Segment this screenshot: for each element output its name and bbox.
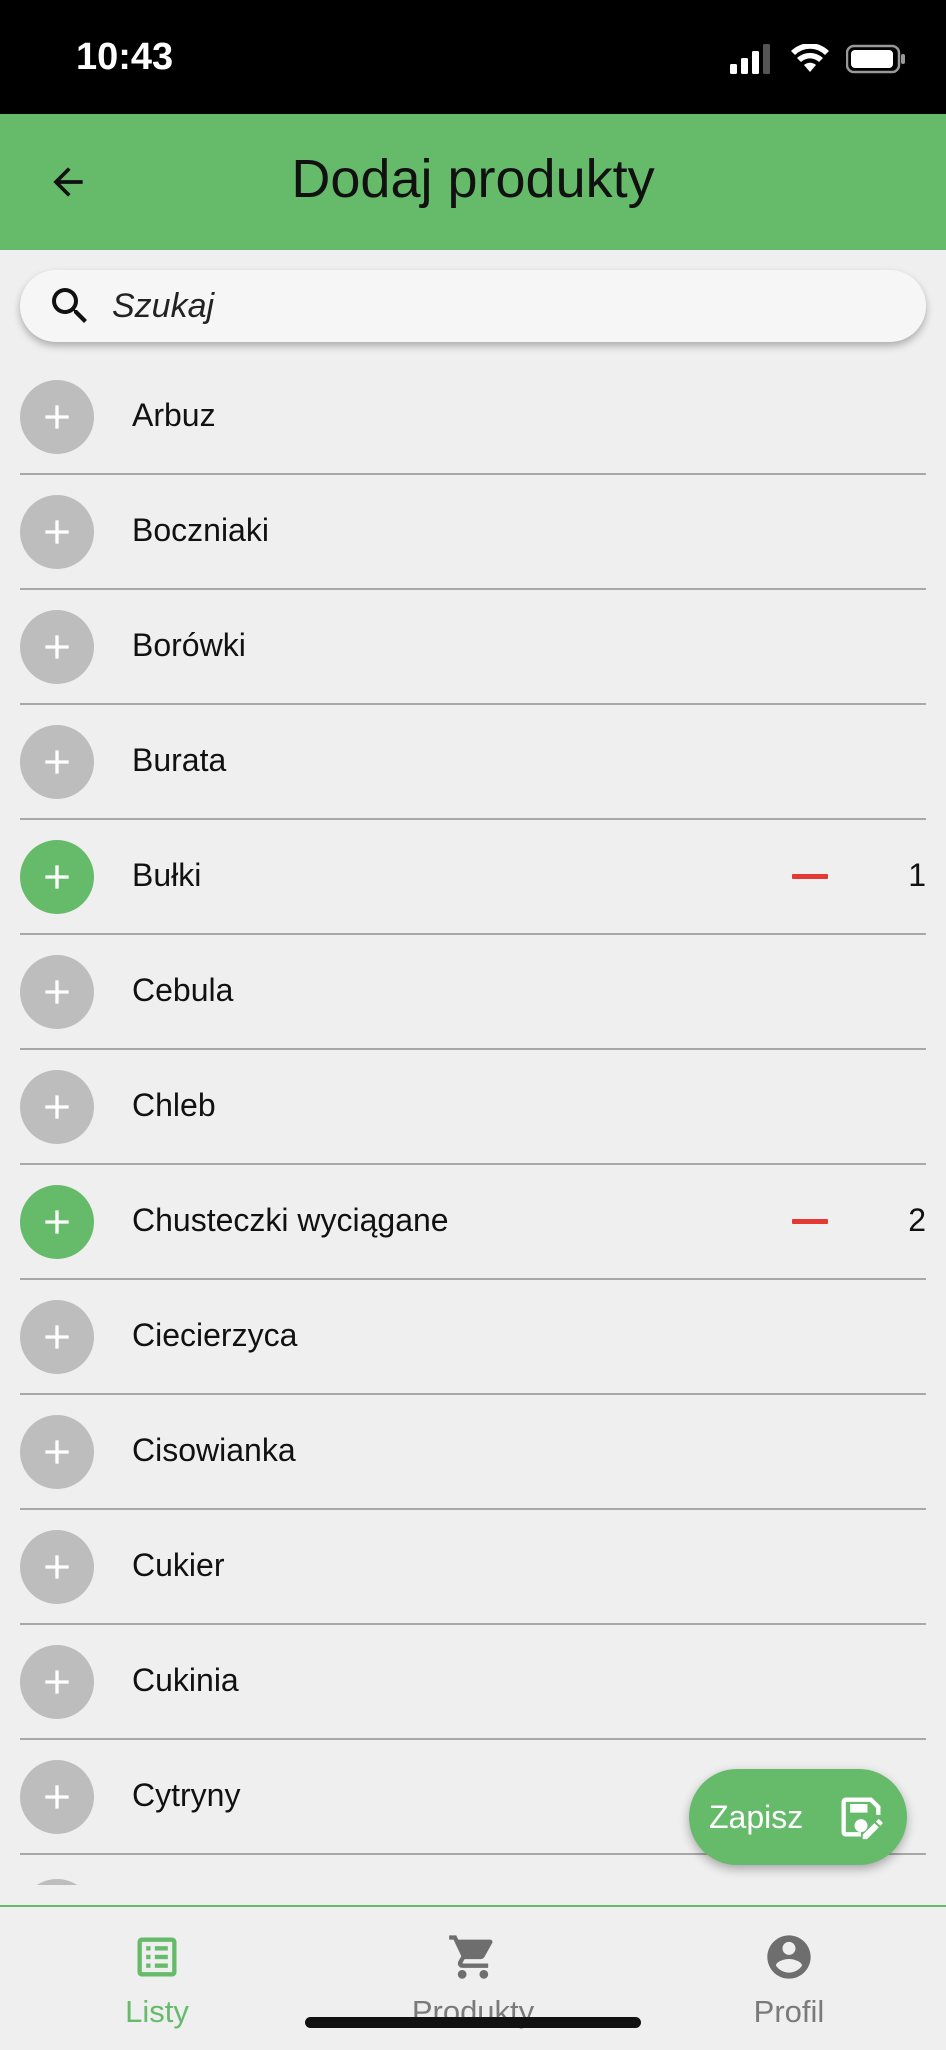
plus-icon: [37, 1202, 77, 1242]
save-button-label: Zapisz: [709, 1798, 804, 1835]
quantity: 1: [908, 857, 926, 893]
save-edit-icon: [841, 1797, 883, 1840]
product-name: Cebula: [132, 972, 234, 1008]
product-name: Borówki: [132, 627, 246, 663]
plus-icon: [37, 627, 77, 667]
list-item: Bułki 1: [20, 820, 926, 935]
save-button[interactable]: Zapisz: [689, 1769, 907, 1865]
add-button[interactable]: [20, 1070, 94, 1144]
product-name: Boczniaki: [132, 512, 269, 548]
product-name: Cytryny: [132, 1777, 241, 1813]
quantity: 2: [908, 1202, 926, 1238]
search-bar[interactable]: [20, 270, 926, 342]
add-button[interactable]: [20, 840, 94, 914]
remove-button[interactable]: [792, 1213, 832, 1229]
list-item: Chusteczki wyciągane 2: [20, 1165, 926, 1280]
product-name: Chusteczki wyciągane: [132, 1202, 449, 1238]
add-button[interactable]: [20, 495, 94, 569]
remove-button[interactable]: [792, 868, 832, 884]
nav-listy-label: Listy: [125, 1994, 189, 2029]
list-item: Chleb: [20, 1050, 926, 1165]
plus-icon: [37, 512, 77, 552]
add-button[interactable]: [20, 610, 94, 684]
signal-icon: [730, 44, 770, 74]
add-button[interactable]: [20, 955, 94, 1029]
nav-listy[interactable]: Listy: [47, 1931, 267, 2030]
list-item: Cebula: [20, 935, 926, 1050]
plus-icon: [37, 972, 77, 1012]
list-item: Arbuz: [20, 360, 926, 475]
add-button[interactable]: [20, 725, 94, 799]
account-circle-icon: [767, 1935, 811, 1979]
plus-icon: [37, 1432, 77, 1472]
cart-icon: [449, 1935, 493, 1979]
plus-icon: [37, 1777, 77, 1817]
add-button[interactable]: [20, 1300, 94, 1374]
list-item: Cukinia: [20, 1625, 926, 1740]
add-button[interactable]: [20, 1530, 94, 1604]
list-item: Cisowianka: [20, 1395, 926, 1510]
add-button[interactable]: [20, 1879, 94, 1885]
product-name: Arbuz: [132, 397, 216, 433]
product-name: Cukinia: [132, 1662, 239, 1698]
list-item: Boczniaki: [20, 475, 926, 590]
status-bar: 10:43: [0, 0, 946, 114]
bottom-navigation: Listy Produkty Profil: [0, 1905, 946, 2050]
list-icon: [137, 1937, 177, 1977]
plus-icon: [37, 1547, 77, 1587]
plus-icon: [37, 1662, 77, 1702]
add-button[interactable]: [20, 380, 94, 454]
search-icon: [44, 280, 96, 332]
minus-icon: [792, 1218, 828, 1224]
page-title: Dodaj produkty: [291, 149, 655, 209]
add-button[interactable]: [20, 1760, 94, 1834]
plus-icon: [37, 857, 77, 897]
product-name: Cisowianka: [132, 1432, 296, 1468]
list-item: Borówki: [20, 590, 926, 705]
product-name: Chleb: [132, 1087, 216, 1123]
status-icons: [730, 42, 906, 76]
product-name: Burata: [132, 742, 227, 778]
nav-profil[interactable]: Profil: [679, 1931, 899, 2030]
nav-profil-label: Profil: [753, 1994, 825, 2029]
list-item: Burata: [20, 705, 926, 820]
minus-icon: [792, 873, 828, 879]
status-time: 10:43: [76, 36, 174, 78]
product-name: Cukier: [132, 1547, 225, 1583]
add-button[interactable]: [20, 1415, 94, 1489]
add-button[interactable]: [20, 1645, 94, 1719]
search-input[interactable]: [110, 285, 874, 327]
nav-produkty[interactable]: Produkty: [363, 1931, 583, 2030]
list-item: Cukier: [20, 1510, 926, 1625]
battery-icon: [846, 44, 905, 74]
plus-icon: [37, 1087, 77, 1127]
product-name: Bułki: [132, 857, 202, 893]
wifi-icon: [791, 44, 829, 72]
product-list: Arbuz Boczniaki Borówki Burata Bułki 1 Cebula C…: [0, 360, 946, 1885]
home-indicator: [305, 2017, 641, 2028]
plus-icon: [37, 742, 77, 782]
app-bar: Dodaj produkty: [0, 114, 946, 250]
product-name: Ciecierzyca: [132, 1317, 298, 1353]
add-button[interactable]: [20, 1185, 94, 1259]
list-item: Ciecierzyca: [20, 1280, 926, 1395]
plus-icon: [37, 1317, 77, 1357]
plus-icon: [37, 397, 77, 437]
